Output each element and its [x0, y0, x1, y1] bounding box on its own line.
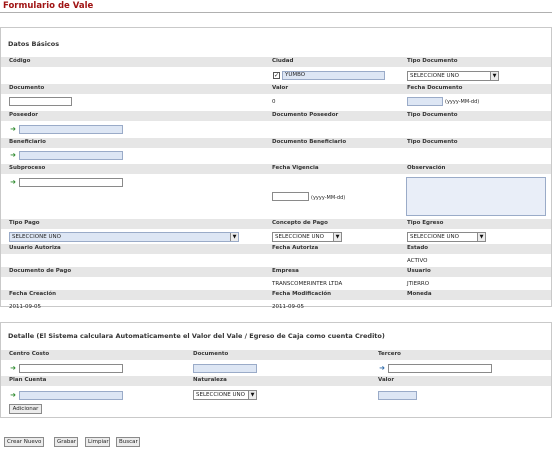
empresa-label: Empresa: [272, 268, 299, 274]
green-arrow-icon[interactable]: ➜: [9, 125, 17, 133]
tipo-pago-select[interactable]: SELECCIONE UNO ▼: [9, 232, 239, 242]
label-band: [1, 376, 551, 386]
documento-beneficiario-label: Documento Beneficiario: [272, 139, 347, 145]
tipo-documento-poseedor-label: Tipo Documento: [407, 112, 458, 118]
buscar-button[interactable]: Buscar: [116, 437, 140, 447]
tipo-documento-select[interactable]: SELECCIONE UNO ▼: [407, 71, 499, 81]
detalle-documento-input[interactable]: [193, 364, 257, 373]
plan-cuenta-input[interactable]: [19, 391, 123, 400]
tipo-documento-label: Tipo Documento: [407, 58, 458, 64]
plan-cuenta-label: Plan Cuenta: [9, 377, 47, 383]
ciudad-checkbox[interactable]: ✓: [273, 72, 280, 79]
tipo-pago-label: Tipo Pago: [9, 220, 40, 226]
chevron-down-icon[interactable]: ▼: [230, 233, 238, 241]
naturaleza-label: Naturaleza: [193, 377, 227, 383]
documento-poseedor-label: Documento Poseedor: [272, 112, 339, 118]
crear-nuevo-button[interactable]: Crear Nuevo: [4, 437, 44, 447]
estado-label: Estado: [407, 245, 429, 251]
moneda-label: Moneda: [407, 291, 432, 297]
empresa-value: TRANSCOMERINTER LTDA: [272, 281, 343, 287]
tipo-egreso-select[interactable]: SELECCIONE UNO ▼: [407, 232, 486, 242]
naturaleza-select[interactable]: SELECCIONE UNO ▼: [193, 390, 257, 400]
fecha-autoriza-label: Fecha Autoriza: [272, 245, 319, 251]
tipo-documento-value: SELECCIONE UNO: [410, 73, 459, 79]
detalle-valor-label: Valor: [378, 377, 395, 383]
codigo-label: Código: [9, 58, 31, 64]
tercero-input[interactable]: [388, 364, 492, 373]
valor-label: Valor: [272, 85, 289, 91]
usuario-label: Usuario: [407, 268, 431, 274]
fecha-modificacion-value: 2011-09-05: [272, 304, 304, 310]
detalle-documento-label: Documento: [193, 351, 229, 357]
green-arrow-icon[interactable]: ➜: [9, 364, 17, 372]
concepto-pago-select[interactable]: SELECCIONE UNO ▼: [272, 232, 342, 242]
subproceso-input[interactable]: [19, 178, 123, 187]
datos-basicos-title: Datos Básicos: [8, 40, 60, 48]
usuario-autoriza-label: Usuario Autoriza: [9, 245, 61, 251]
chevron-down-icon[interactable]: ▼: [477, 233, 485, 241]
chevron-down-icon[interactable]: ▼: [490, 72, 498, 80]
concepto-pago-value: SELECCIONE UNO: [275, 234, 324, 240]
tercero-label: Tercero: [378, 351, 401, 357]
poseedor-input[interactable]: [19, 125, 123, 134]
subproceso-label: Subproceso: [9, 165, 46, 171]
green-arrow-icon[interactable]: ➜: [9, 178, 17, 186]
valor-value: 0: [272, 99, 276, 105]
beneficiario-input[interactable]: [19, 151, 123, 160]
fecha-documento-hint: (yyyy-MM-dd): [445, 99, 480, 105]
documento-label: Documento: [9, 85, 45, 91]
chevron-down-icon[interactable]: ▼: [248, 391, 256, 399]
tipo-pago-value: SELECCIONE UNO: [12, 234, 61, 240]
beneficiario-label: Beneficiario: [9, 139, 46, 145]
tipo-egreso-label: Tipo Egreso: [407, 220, 444, 226]
usuario-value: JTIERRO: [407, 281, 430, 287]
chevron-down-icon[interactable]: ▼: [333, 233, 341, 241]
label-band: [1, 350, 551, 360]
check-icon: ✓: [274, 72, 280, 79]
green-arrow-icon[interactable]: ➜: [9, 391, 17, 399]
centro-costo-label: Centro Costo: [9, 351, 50, 357]
estado-value: ACTIVO: [407, 258, 428, 264]
documento-pago-label: Documento de Pago: [9, 268, 72, 274]
fecha-vigencia-input[interactable]: [272, 192, 309, 201]
page-title: Formulario de Vale: [3, 1, 94, 11]
poseedor-label: Poseedor: [9, 112, 38, 118]
grabar-button[interactable]: Grabar: [54, 437, 78, 447]
fecha-vigencia-hint: (yyyy-MM-dd): [311, 195, 346, 201]
observacion-textarea[interactable]: [406, 177, 546, 216]
detalle-valor-input[interactable]: [378, 391, 417, 400]
observacion-label: Observación: [407, 165, 446, 171]
adicionar-button[interactable]: Adicionar: [9, 404, 42, 414]
fecha-documento-label: Fecha Documento: [407, 85, 463, 91]
tipo-documento-beneficiario-label: Tipo Documento: [407, 139, 458, 145]
limpiar-button[interactable]: Limpiar: [85, 437, 110, 447]
title-divider: [0, 12, 552, 13]
fecha-creacion-value: 2011-09-05: [9, 304, 41, 310]
green-arrow-icon[interactable]: ➜: [378, 364, 386, 372]
fecha-creacion-label: Fecha Creación: [9, 291, 57, 297]
centro-costo-input[interactable]: [19, 364, 123, 373]
fecha-documento-input[interactable]: [407, 97, 443, 106]
tipo-egreso-value: SELECCIONE UNO: [410, 234, 459, 240]
fecha-vigencia-label: Fecha Vigencia: [272, 165, 319, 171]
fecha-modificacion-label: Fecha Modificación: [272, 291, 332, 297]
green-arrow-icon[interactable]: ➜: [9, 151, 17, 159]
ciudad-field[interactable]: YUMBO: [282, 71, 385, 80]
documento-input[interactable]: [9, 97, 72, 106]
detalle-title: Detalle (El Sistema calculara Automatica…: [8, 332, 385, 340]
ciudad-label: Ciudad: [272, 58, 294, 64]
concepto-pago-label: Concepto de Pago: [272, 220, 328, 226]
naturaleza-value: SELECCIONE UNO: [196, 392, 245, 398]
